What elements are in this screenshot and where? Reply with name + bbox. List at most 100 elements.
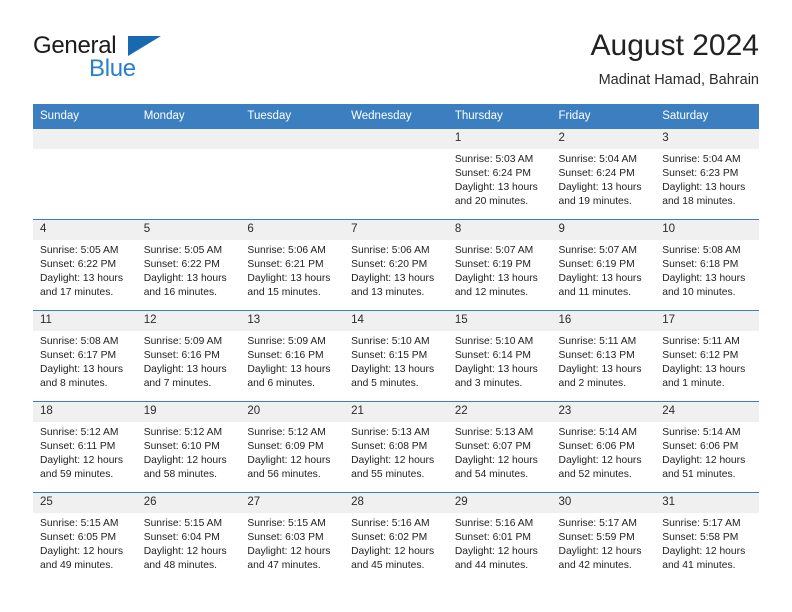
sunrise-time: Sunrise: 5:09 AM bbox=[143, 336, 223, 347]
calendar-day-cell[interactable]: 30 Sunrise: 5:17 AM Sunset: 5:59 PM Dayligh… bbox=[551, 492, 656, 583]
day-number: 2 bbox=[551, 129, 656, 149]
day-number: 28 bbox=[344, 493, 448, 513]
sunset-time: Sunset: 6:24 PM bbox=[454, 168, 531, 180]
calendar-day-cell[interactable]: 2 Sunrise: 5:04 AM Sunset: 6:24 PM Daylight… bbox=[551, 129, 656, 220]
day-number: 4 bbox=[33, 220, 137, 240]
daylight-duration-line1: Daylight: 13 hours bbox=[558, 182, 642, 194]
weekday-header-saturday: Saturday bbox=[655, 104, 759, 129]
sunset-time: Sunset: 6:24 PM bbox=[558, 168, 635, 180]
calendar-day-cell-empty bbox=[136, 129, 241, 220]
day-details: Sunrise: 5:06 AM Sunset: 6:20 PM Daylight:… bbox=[344, 240, 448, 300]
daylight-duration-line1: Daylight: 12 hours bbox=[558, 546, 642, 558]
day-number: 3 bbox=[655, 129, 759, 149]
calendar-day-cell[interactable]: 29 Sunrise: 5:16 AM Sunset: 6:01 PM Dayligh… bbox=[447, 492, 552, 583]
daylight-duration-line1: Daylight: 13 hours bbox=[40, 273, 123, 285]
calendar-day-cell[interactable]: 14 Sunrise: 5:10 AM Sunset: 6:15 PM Dayligh… bbox=[344, 310, 448, 402]
daylight-duration-line2: and 45 minutes. bbox=[351, 560, 425, 572]
daylight-duration-line1: Daylight: 13 hours bbox=[662, 364, 746, 376]
calendar-week-row: 1 Sunrise: 5:03 AM Sunset: 6:24 PM Daylight… bbox=[33, 129, 759, 220]
calendar-day-cell[interactable]: 24 Sunrise: 5:14 AM Sunset: 6:06 PM Dayligh… bbox=[655, 401, 759, 493]
calendar-day-cell-empty bbox=[33, 129, 137, 220]
calendar-day-cell[interactable]: 26 Sunrise: 5:15 AM Sunset: 6:04 PM Dayligh… bbox=[136, 492, 241, 583]
logo-text-blue: Blue bbox=[89, 55, 136, 82]
sunset-time: Sunset: 6:17 PM bbox=[40, 350, 117, 362]
general-blue-logo[interactable]: General Blue bbox=[33, 32, 213, 88]
day-number bbox=[344, 129, 448, 149]
calendar-day-cell[interactable]: 17 Sunrise: 5:11 AM Sunset: 6:12 PM Dayligh… bbox=[655, 310, 759, 402]
sunset-time: Sunset: 6:13 PM bbox=[558, 350, 635, 362]
calendar-day-cell[interactable]: 25 Sunrise: 5:15 AM Sunset: 6:05 PM Dayligh… bbox=[33, 492, 137, 583]
day-number: 31 bbox=[655, 493, 759, 513]
calendar-week-row: 25 Sunrise: 5:15 AM Sunset: 6:05 PM Dayligh… bbox=[33, 492, 759, 583]
calendar-day-cell-empty bbox=[240, 129, 345, 220]
weekday-header-thursday: Thursday bbox=[447, 104, 552, 129]
daylight-duration-line2: and 49 minutes. bbox=[40, 560, 114, 572]
sunset-time: Sunset: 5:58 PM bbox=[662, 532, 739, 544]
sunrise-time: Sunrise: 5:15 AM bbox=[247, 518, 326, 529]
calendar-day-cell[interactable]: 18 Sunrise: 5:12 AM Sunset: 6:11 PM Dayligh… bbox=[33, 401, 137, 493]
calendar-day-cell[interactable]: 13 Sunrise: 5:09 AM Sunset: 6:16 PM Dayligh… bbox=[240, 310, 345, 402]
calendar-day-cell[interactable]: 4 Sunrise: 5:05 AM Sunset: 6:22 PM Daylight… bbox=[33, 219, 137, 311]
daylight-duration-line2: and 5 minutes. bbox=[351, 378, 419, 390]
calendar-day-cell[interactable]: 5 Sunrise: 5:05 AM Sunset: 6:22 PM Daylight… bbox=[136, 219, 241, 311]
sunrise-time: Sunrise: 5:17 AM bbox=[558, 518, 637, 529]
daylight-duration-line2: and 52 minutes. bbox=[558, 469, 632, 481]
calendar-day-cell[interactable]: 27 Sunrise: 5:15 AM Sunset: 6:03 PM Dayligh… bbox=[240, 492, 345, 583]
calendar-day-cell[interactable]: 11 Sunrise: 5:08 AM Sunset: 6:17 PM Dayligh… bbox=[33, 310, 137, 402]
weekday-header-monday: Monday bbox=[136, 104, 241, 129]
sunrise-time: Sunrise: 5:05 AM bbox=[40, 245, 119, 256]
daylight-duration-line2: and 48 minutes. bbox=[143, 560, 217, 572]
page-subtitle: Madinat Hamad, Bahrain bbox=[598, 72, 759, 88]
day-details: Sunrise: 5:11 AM Sunset: 6:13 PM Daylight:… bbox=[552, 331, 656, 391]
day-number: 7 bbox=[344, 220, 448, 240]
sunset-time: Sunset: 6:16 PM bbox=[143, 350, 220, 362]
day-number: 22 bbox=[447, 402, 552, 422]
sunset-time: Sunset: 6:22 PM bbox=[40, 259, 117, 271]
calendar-day-cell[interactable]: 12 Sunrise: 5:09 AM Sunset: 6:16 PM Dayligh… bbox=[136, 310, 241, 402]
calendar-day-cell[interactable]: 31 Sunrise: 5:17 AM Sunset: 5:58 PM Dayligh… bbox=[655, 492, 759, 583]
calendar-table: Sunday Monday Tuesday Wednesday Thursday… bbox=[33, 104, 759, 583]
day-number: 30 bbox=[551, 493, 656, 513]
calendar-day-cell[interactable]: 1 Sunrise: 5:03 AM Sunset: 6:24 PM Daylight… bbox=[447, 129, 552, 220]
calendar-day-cell[interactable]: 3 Sunrise: 5:04 AM Sunset: 6:23 PM Daylight… bbox=[655, 129, 759, 220]
daylight-duration-line1: Daylight: 12 hours bbox=[351, 546, 435, 558]
sunrise-time: Sunrise: 5:10 AM bbox=[351, 336, 430, 347]
sunrise-time: Sunrise: 5:12 AM bbox=[40, 427, 119, 438]
day-details: Sunrise: 5:07 AM Sunset: 6:19 PM Daylight:… bbox=[552, 240, 656, 300]
daylight-duration-line1: Daylight: 13 hours bbox=[454, 182, 538, 194]
title-block: August 2024 Madinat Hamad, Bahrain bbox=[591, 28, 759, 90]
sunset-time: Sunset: 6:06 PM bbox=[558, 441, 635, 453]
daylight-duration-line1: Daylight: 12 hours bbox=[351, 455, 435, 467]
calendar-day-cell[interactable]: 20 Sunrise: 5:12 AM Sunset: 6:09 PM Dayligh… bbox=[240, 401, 345, 493]
day-details: Sunrise: 5:08 AM Sunset: 6:18 PM Daylight:… bbox=[655, 240, 759, 300]
calendar-day-cell[interactable]: 10 Sunrise: 5:08 AM Sunset: 6:18 PM Dayligh… bbox=[655, 219, 759, 311]
daylight-duration-line1: Daylight: 13 hours bbox=[454, 364, 538, 376]
calendar-day-cell-empty bbox=[344, 129, 448, 220]
weekday-header-wednesday: Wednesday bbox=[344, 104, 448, 129]
calendar-day-cell[interactable]: 21 Sunrise: 5:13 AM Sunset: 6:08 PM Dayligh… bbox=[344, 401, 448, 493]
day-number: 27 bbox=[240, 493, 345, 513]
daylight-duration-line2: and 42 minutes. bbox=[558, 560, 632, 572]
calendar-day-cell[interactable]: 28 Sunrise: 5:16 AM Sunset: 6:02 PM Dayligh… bbox=[344, 492, 448, 583]
calendar-day-cell[interactable]: 23 Sunrise: 5:14 AM Sunset: 6:06 PM Dayligh… bbox=[551, 401, 656, 493]
calendar-day-cell[interactable]: 6 Sunrise: 5:06 AM Sunset: 6:21 PM Daylight… bbox=[240, 219, 345, 311]
day-details: Sunrise: 5:11 AM Sunset: 6:12 PM Daylight:… bbox=[655, 331, 759, 391]
sunrise-time: Sunrise: 5:09 AM bbox=[247, 336, 326, 347]
day-details: Sunrise: 5:13 AM Sunset: 6:07 PM Daylight:… bbox=[448, 422, 552, 482]
calendar-day-cell[interactable]: 22 Sunrise: 5:13 AM Sunset: 6:07 PM Dayligh… bbox=[447, 401, 552, 493]
calendar-day-cell[interactable]: 16 Sunrise: 5:11 AM Sunset: 6:13 PM Dayligh… bbox=[551, 310, 656, 402]
weekday-header-sunday: Sunday bbox=[33, 104, 137, 129]
daylight-duration-line1: Daylight: 12 hours bbox=[454, 546, 538, 558]
day-number: 11 bbox=[33, 311, 137, 331]
daylight-duration-line2: and 17 minutes. bbox=[40, 287, 114, 299]
calendar-day-cell[interactable]: 9 Sunrise: 5:07 AM Sunset: 6:19 PM Daylight… bbox=[551, 219, 656, 311]
calendar-day-cell[interactable]: 19 Sunrise: 5:12 AM Sunset: 6:10 PM Dayligh… bbox=[136, 401, 241, 493]
day-number: 20 bbox=[240, 402, 345, 422]
calendar-day-cell[interactable]: 7 Sunrise: 5:06 AM Sunset: 6:20 PM Daylight… bbox=[344, 219, 448, 311]
calendar-day-cell[interactable]: 8 Sunrise: 5:07 AM Sunset: 6:19 PM Daylight… bbox=[447, 219, 552, 311]
daylight-duration-line2: and 2 minutes. bbox=[558, 378, 627, 390]
day-details: Sunrise: 5:14 AM Sunset: 6:06 PM Daylight:… bbox=[552, 422, 656, 482]
day-number: 8 bbox=[447, 220, 552, 240]
calendar-day-cell[interactable]: 15 Sunrise: 5:10 AM Sunset: 6:14 PM Dayligh… bbox=[447, 310, 552, 402]
day-number: 26 bbox=[136, 493, 241, 513]
